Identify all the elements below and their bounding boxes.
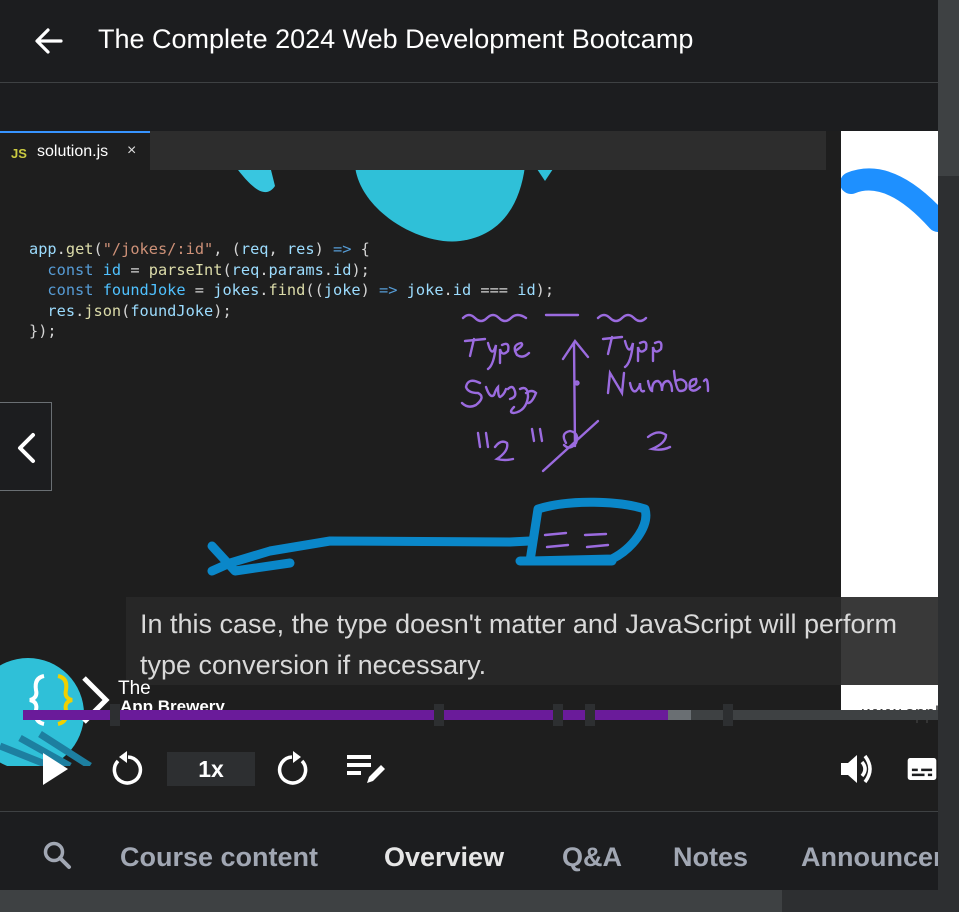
rewind-icon [112,751,143,785]
play-icon [43,753,68,785]
tab-course-content[interactable]: Course content [120,842,318,873]
progress-bar[interactable] [23,704,938,726]
tab-notes[interactable]: Notes [673,842,748,873]
brand-line-2: App Brewery [120,697,225,711]
course-header: The Complete 2024 Web Development Bootca… [0,0,938,83]
chapter-marker[interactable] [434,704,445,726]
back-button[interactable] [30,22,68,60]
chapter-marker[interactable] [722,704,733,726]
video-caption: In this case, the type doesn't matter an… [126,597,938,685]
video-player[interactable]: www.appbrewery.com JS solution.js × app.… [0,131,938,811]
chapter-marker[interactable] [553,704,564,726]
horizontal-scrollbar[interactable] [0,890,782,912]
chevron-left-icon [18,433,35,463]
playback-speed-button[interactable]: 1x [167,752,255,786]
tab-qa[interactable]: Q&A [562,842,622,873]
course-nav: Course content Overview Q&A Notes Announ… [0,811,938,891]
forward-button[interactable] [274,748,314,790]
chapter-marker[interactable] [109,704,120,726]
tab-announcements[interactable]: Announcements [801,842,938,873]
tab-overview[interactable]: Overview [384,842,504,873]
forward-icon [277,751,308,785]
volume-button[interactable] [836,748,878,790]
volume-icon [841,754,872,784]
search-icon [43,841,71,869]
progress-fill [23,710,669,720]
add-note-button[interactable] [344,748,388,790]
playlist-edit-icon [347,755,385,783]
previous-lecture-button[interactable] [0,402,52,491]
sub-header [0,83,938,131]
chapter-marker[interactable] [585,704,596,726]
captions-button[interactable] [906,748,938,790]
play-button[interactable] [34,748,74,790]
horizontal-scrollbar-track [782,890,959,912]
course-title: The Complete 2024 Web Development Bootca… [98,24,694,54]
arrow-left-icon [35,28,63,54]
rewind-button[interactable] [106,748,146,790]
scrollbar-thumb[interactable] [938,0,959,176]
captions-icon [907,758,937,780]
search-button[interactable] [42,840,72,875]
handwritten-annotations [207,313,710,576]
whiteboard-stroke [840,168,938,232]
vertical-scrollbar[interactable] [938,0,959,890]
